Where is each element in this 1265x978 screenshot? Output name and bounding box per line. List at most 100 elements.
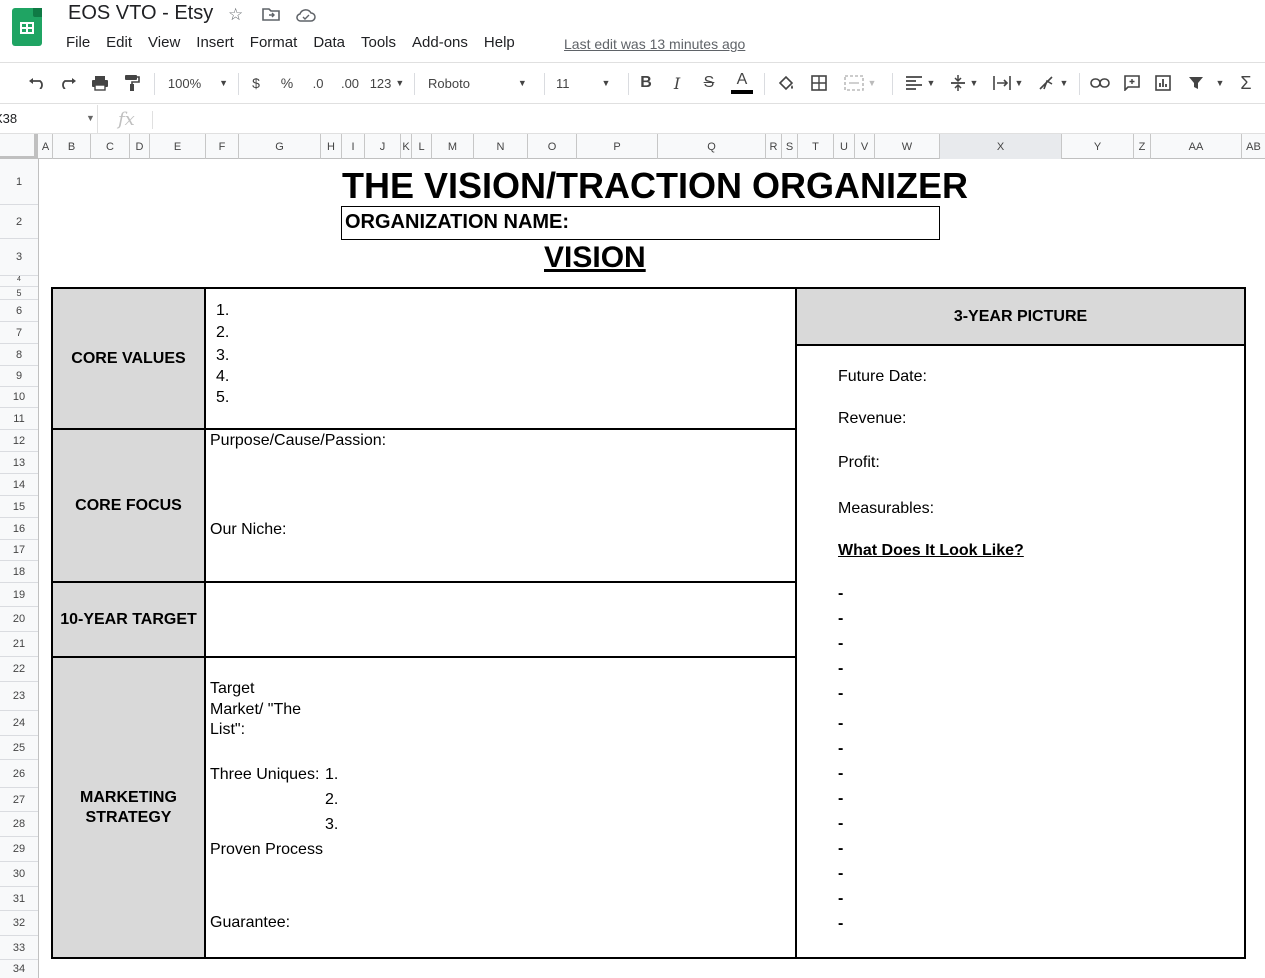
column-header-j[interactable]: J [365, 134, 401, 159]
row-header[interactable]: 1 [0, 159, 38, 205]
row-header[interactable]: 18 [0, 561, 38, 583]
column-header-f[interactable]: F [206, 134, 239, 159]
sheet-grid[interactable]: THE VISION/TRACTION ORGANIZER ORGANIZATI… [39, 159, 1265, 978]
row-header[interactable]: 3 [0, 239, 38, 276]
ten-year-target-content-cell[interactable] [204, 581, 797, 658]
row-header[interactable]: 11 [0, 408, 38, 430]
filter-icon[interactable]: ▼ [1184, 71, 1228, 95]
row-header[interactable]: 21 [0, 632, 38, 657]
column-header-i[interactable]: I [342, 134, 365, 159]
row-header[interactable]: 34 [0, 960, 38, 978]
column-header-z[interactable]: Z [1134, 134, 1151, 159]
core-values-label-cell[interactable]: CORE VALUES [51, 287, 206, 430]
row-header[interactable]: 25 [0, 736, 38, 760]
row-header[interactable]: 28 [0, 812, 38, 837]
zoom-select[interactable]: 100% ▼ [166, 71, 230, 95]
cloud-saved-icon[interactable] [296, 7, 316, 27]
menu-edit[interactable]: Edit [98, 34, 140, 54]
font-family-select[interactable]: Roboto ▼ [428, 71, 536, 95]
row-header[interactable]: 5 [0, 287, 38, 300]
column-header-e[interactable]: E [150, 134, 206, 159]
vertical-align-icon[interactable]: ▼ [946, 71, 982, 95]
row-header[interactable]: 31 [0, 887, 38, 911]
menu-tools[interactable]: Tools [353, 34, 404, 54]
borders-icon[interactable] [808, 71, 830, 95]
column-header-t[interactable]: T [798, 134, 834, 159]
horizontal-align-icon[interactable]: ▼ [902, 71, 938, 95]
increase-decimal-button[interactable]: .00 [337, 71, 363, 95]
undo-icon[interactable] [26, 71, 48, 95]
select-all-corner[interactable] [0, 134, 38, 159]
row-header[interactable]: 32 [0, 911, 38, 936]
paint-format-icon[interactable] [121, 71, 143, 95]
text-color-button[interactable]: A [731, 71, 753, 95]
row-header[interactable]: 12 [0, 430, 38, 452]
column-header-m[interactable]: M [432, 134, 474, 159]
column-header-p[interactable]: P [577, 134, 658, 159]
three-year-picture-content-cell[interactable] [795, 344, 1246, 959]
column-header-o[interactable]: O [528, 134, 577, 159]
merge-cells-icon[interactable]: ▼ [842, 71, 878, 95]
column-header-d[interactable]: D [130, 134, 150, 159]
insert-chart-icon[interactable] [1152, 71, 1174, 95]
row-header[interactable]: 14 [0, 474, 38, 496]
italic-button[interactable]: I [667, 71, 687, 95]
menu-help[interactable]: Help [476, 34, 523, 54]
chevron-down-icon[interactable]: ▼ [86, 113, 95, 123]
fill-color-icon[interactable] [775, 71, 797, 95]
row-header[interactable]: 29 [0, 837, 38, 862]
redo-icon[interactable] [57, 71, 79, 95]
row-header[interactable]: 8 [0, 344, 38, 366]
column-header-aa[interactable]: AA [1151, 134, 1242, 159]
column-header-c[interactable]: C [91, 134, 130, 159]
column-header-s[interactable]: S [782, 134, 798, 159]
text-rotation-icon[interactable]: ▼ [1035, 71, 1071, 95]
currency-format-button[interactable]: $ [246, 71, 266, 95]
row-header[interactable]: 15 [0, 496, 38, 518]
menu-data[interactable]: Data [305, 34, 353, 54]
core-values-content-cell[interactable] [204, 287, 797, 430]
strikethrough-button[interactable]: S [699, 71, 719, 95]
column-header-n[interactable]: N [474, 134, 528, 159]
row-header[interactable]: 9 [0, 366, 38, 387]
row-header[interactable]: 16 [0, 518, 38, 540]
column-header-h[interactable]: H [321, 134, 342, 159]
row-header[interactable]: 27 [0, 788, 38, 812]
bold-button[interactable]: B [636, 71, 656, 95]
row-header[interactable]: 23 [0, 682, 38, 711]
menu-file[interactable]: File [58, 34, 98, 54]
core-focus-label-cell[interactable]: CORE FOCUS [51, 428, 206, 583]
column-header-y[interactable]: Y [1062, 134, 1134, 159]
insert-link-icon[interactable] [1088, 71, 1112, 95]
row-header[interactable]: 13 [0, 452, 38, 474]
menu-insert[interactable]: Insert [188, 34, 242, 54]
column-header-u[interactable]: U [834, 134, 855, 159]
row-header[interactable]: 22 [0, 657, 38, 682]
column-header-r[interactable]: R [766, 134, 782, 159]
percent-format-button[interactable]: % [277, 71, 297, 95]
last-edit-link[interactable]: Last edit was 13 minutes ago [564, 36, 745, 52]
column-header-a[interactable]: A [39, 134, 53, 159]
row-header[interactable]: 24 [0, 711, 38, 736]
row-header[interactable]: 19 [0, 583, 38, 607]
row-header[interactable]: 7 [0, 322, 38, 344]
move-folder-icon[interactable] [262, 6, 280, 26]
ten-year-target-label-cell[interactable]: 10-YEAR TARGET [51, 581, 206, 658]
three-year-picture-header-cell[interactable]: 3-YEAR PICTURE [795, 287, 1246, 346]
row-header[interactable]: 2 [0, 205, 38, 239]
core-focus-content-cell[interactable] [204, 428, 797, 583]
row-header[interactable]: 26 [0, 760, 38, 788]
column-header-g[interactable]: G [239, 134, 321, 159]
row-header[interactable]: 20 [0, 607, 38, 632]
column-header-l[interactable]: L [412, 134, 432, 159]
formula-input[interactable] [160, 105, 1260, 134]
row-header[interactable]: 10 [0, 387, 38, 408]
column-header-x[interactable]: X [940, 134, 1062, 159]
row-header[interactable]: 33 [0, 936, 38, 960]
column-header-ab[interactable]: AB [1242, 134, 1265, 159]
menu-view[interactable]: View [140, 34, 188, 54]
column-header-q[interactable]: Q [658, 134, 766, 159]
more-formats-button[interactable]: 123 ▼ [368, 71, 406, 95]
font-size-select[interactable]: 11 ▼ [556, 71, 620, 95]
row-header[interactable]: 6 [0, 300, 38, 322]
